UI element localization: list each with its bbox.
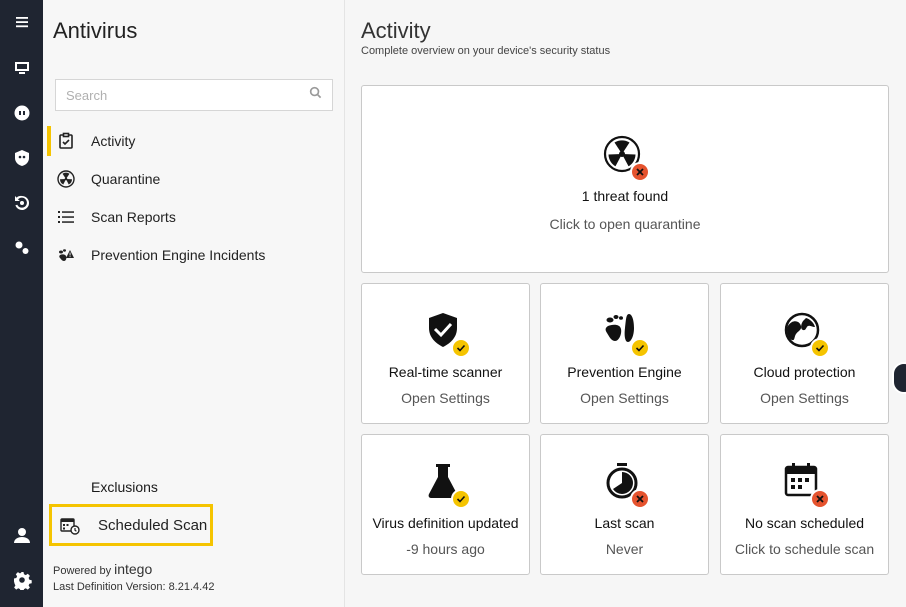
definition-version: Last Definition Version: 8.21.4.42: [53, 581, 215, 593]
cloud-protection-card[interactable]: Cloud protection Open Settings: [720, 283, 889, 424]
threat-found-card[interactable]: 1 threat found Click to open quarantine: [361, 85, 889, 273]
alert-x-icon: [630, 162, 650, 182]
card-subtitle: Open Settings: [401, 390, 490, 406]
backup-icon[interactable]: [0, 183, 43, 223]
virus-definition-card[interactable]: Virus definition updated -9 hours ago: [361, 434, 530, 575]
check-badge-icon: [629, 338, 650, 358]
list-icon: [57, 208, 75, 226]
icon-rail: [0, 0, 43, 607]
calendar-icon: [782, 461, 830, 509]
sidebar-bottom-nav: Exclusions: [43, 468, 345, 508]
card-title: Real-time scanner: [388, 364, 503, 380]
sidebar-item-label: Activity: [91, 133, 136, 149]
card-title: No scan scheduled: [744, 515, 865, 531]
side-panel-toggle[interactable]: [892, 362, 906, 394]
card-title: Virus definition updated: [372, 515, 519, 531]
shield-check-icon: [423, 310, 471, 358]
radiation-icon: [602, 134, 650, 182]
sidebar-item-activity[interactable]: Activity: [43, 122, 345, 160]
sidebar-item-scan-reports[interactable]: Scan Reports: [43, 198, 345, 236]
app-title: Antivirus: [53, 18, 138, 43]
footprint-alert-icon: [57, 246, 75, 264]
settings-gear-icon[interactable]: [0, 560, 43, 600]
check-badge-icon: [809, 338, 830, 358]
card-subtitle: -9 hours ago: [406, 541, 485, 557]
search-box[interactable]: [55, 79, 333, 111]
alert-x-icon: [809, 489, 830, 509]
page-subtitle: Complete overview on your device's secur…: [361, 45, 611, 57]
footprint-icon: [602, 310, 650, 358]
check-badge-icon: [450, 338, 471, 358]
powered-by-text: Powered by: [53, 565, 112, 577]
alert-x-icon: [629, 489, 650, 509]
antivirus-shield-icon[interactable]: [0, 138, 43, 178]
privacy-icon[interactable]: [0, 93, 43, 133]
calendar-clock-icon: [60, 517, 80, 539]
card-title: Last scan: [594, 515, 655, 531]
sidebar-item-quarantine[interactable]: Quarantine: [43, 160, 345, 198]
stopwatch-icon: [602, 461, 650, 509]
card-title: Cloud protection: [753, 364, 856, 380]
globe-icon: [782, 310, 830, 358]
no-scan-scheduled-card[interactable]: No scan scheduled Click to schedule scan: [720, 434, 889, 575]
card-subtitle: Never: [605, 541, 644, 557]
prevention-engine-card[interactable]: Prevention Engine Open Settings: [540, 283, 709, 424]
sidebar-item-exclusions[interactable]: Exclusions: [43, 468, 345, 508]
sidebar-item-prevention-engine-incidents[interactable]: Prevention Engine Incidents: [43, 236, 345, 274]
menu-icon[interactable]: [0, 2, 43, 42]
intego-logo: intego: [114, 561, 153, 577]
scheduled-scan-label: Scheduled Scan: [98, 516, 208, 534]
card-subtitle: Open Settings: [580, 390, 669, 406]
sidebar-item-label: Scan Reports: [91, 209, 176, 225]
flask-icon: [423, 461, 471, 509]
card-title: 1 threat found: [581, 188, 669, 204]
sidebar-item-label: Prevention Engine Incidents: [91, 247, 266, 263]
sidebar-item-scheduled-scan[interactable]: Scheduled Scan: [49, 504, 213, 546]
card-subtitle: Open Settings: [760, 390, 849, 406]
monitor-icon[interactable]: [0, 48, 43, 88]
check-badge-icon: [450, 489, 471, 509]
card-title: Prevention Engine: [567, 364, 682, 380]
parental-icon[interactable]: [0, 228, 43, 268]
card-subtitle: Click to open quarantine: [549, 216, 701, 232]
powered-by: Powered by intego: [53, 561, 152, 577]
search-input[interactable]: [66, 87, 309, 103]
page-title: Activity: [361, 18, 431, 43]
account-icon[interactable]: [0, 515, 43, 555]
sidebar-item-label: Quarantine: [91, 171, 161, 187]
search-icon: [309, 86, 322, 104]
card-subtitle: Click to schedule scan: [734, 541, 875, 557]
sidebar-item-label: Exclusions: [91, 479, 158, 495]
last-scan-card[interactable]: Last scan Never: [540, 434, 709, 575]
main-content: Activity Complete overview on your devic…: [345, 0, 906, 607]
clipboard-check-icon: [57, 132, 75, 150]
sidebar-nav: Activity Quarantine Scan Reports Prevent…: [43, 122, 345, 274]
radiation-icon: [57, 170, 75, 188]
real-time-scanner-card[interactable]: Real-time scanner Open Settings: [361, 283, 530, 424]
sidebar: Antivirus Activity Quarantine Scan Repor…: [43, 0, 345, 607]
